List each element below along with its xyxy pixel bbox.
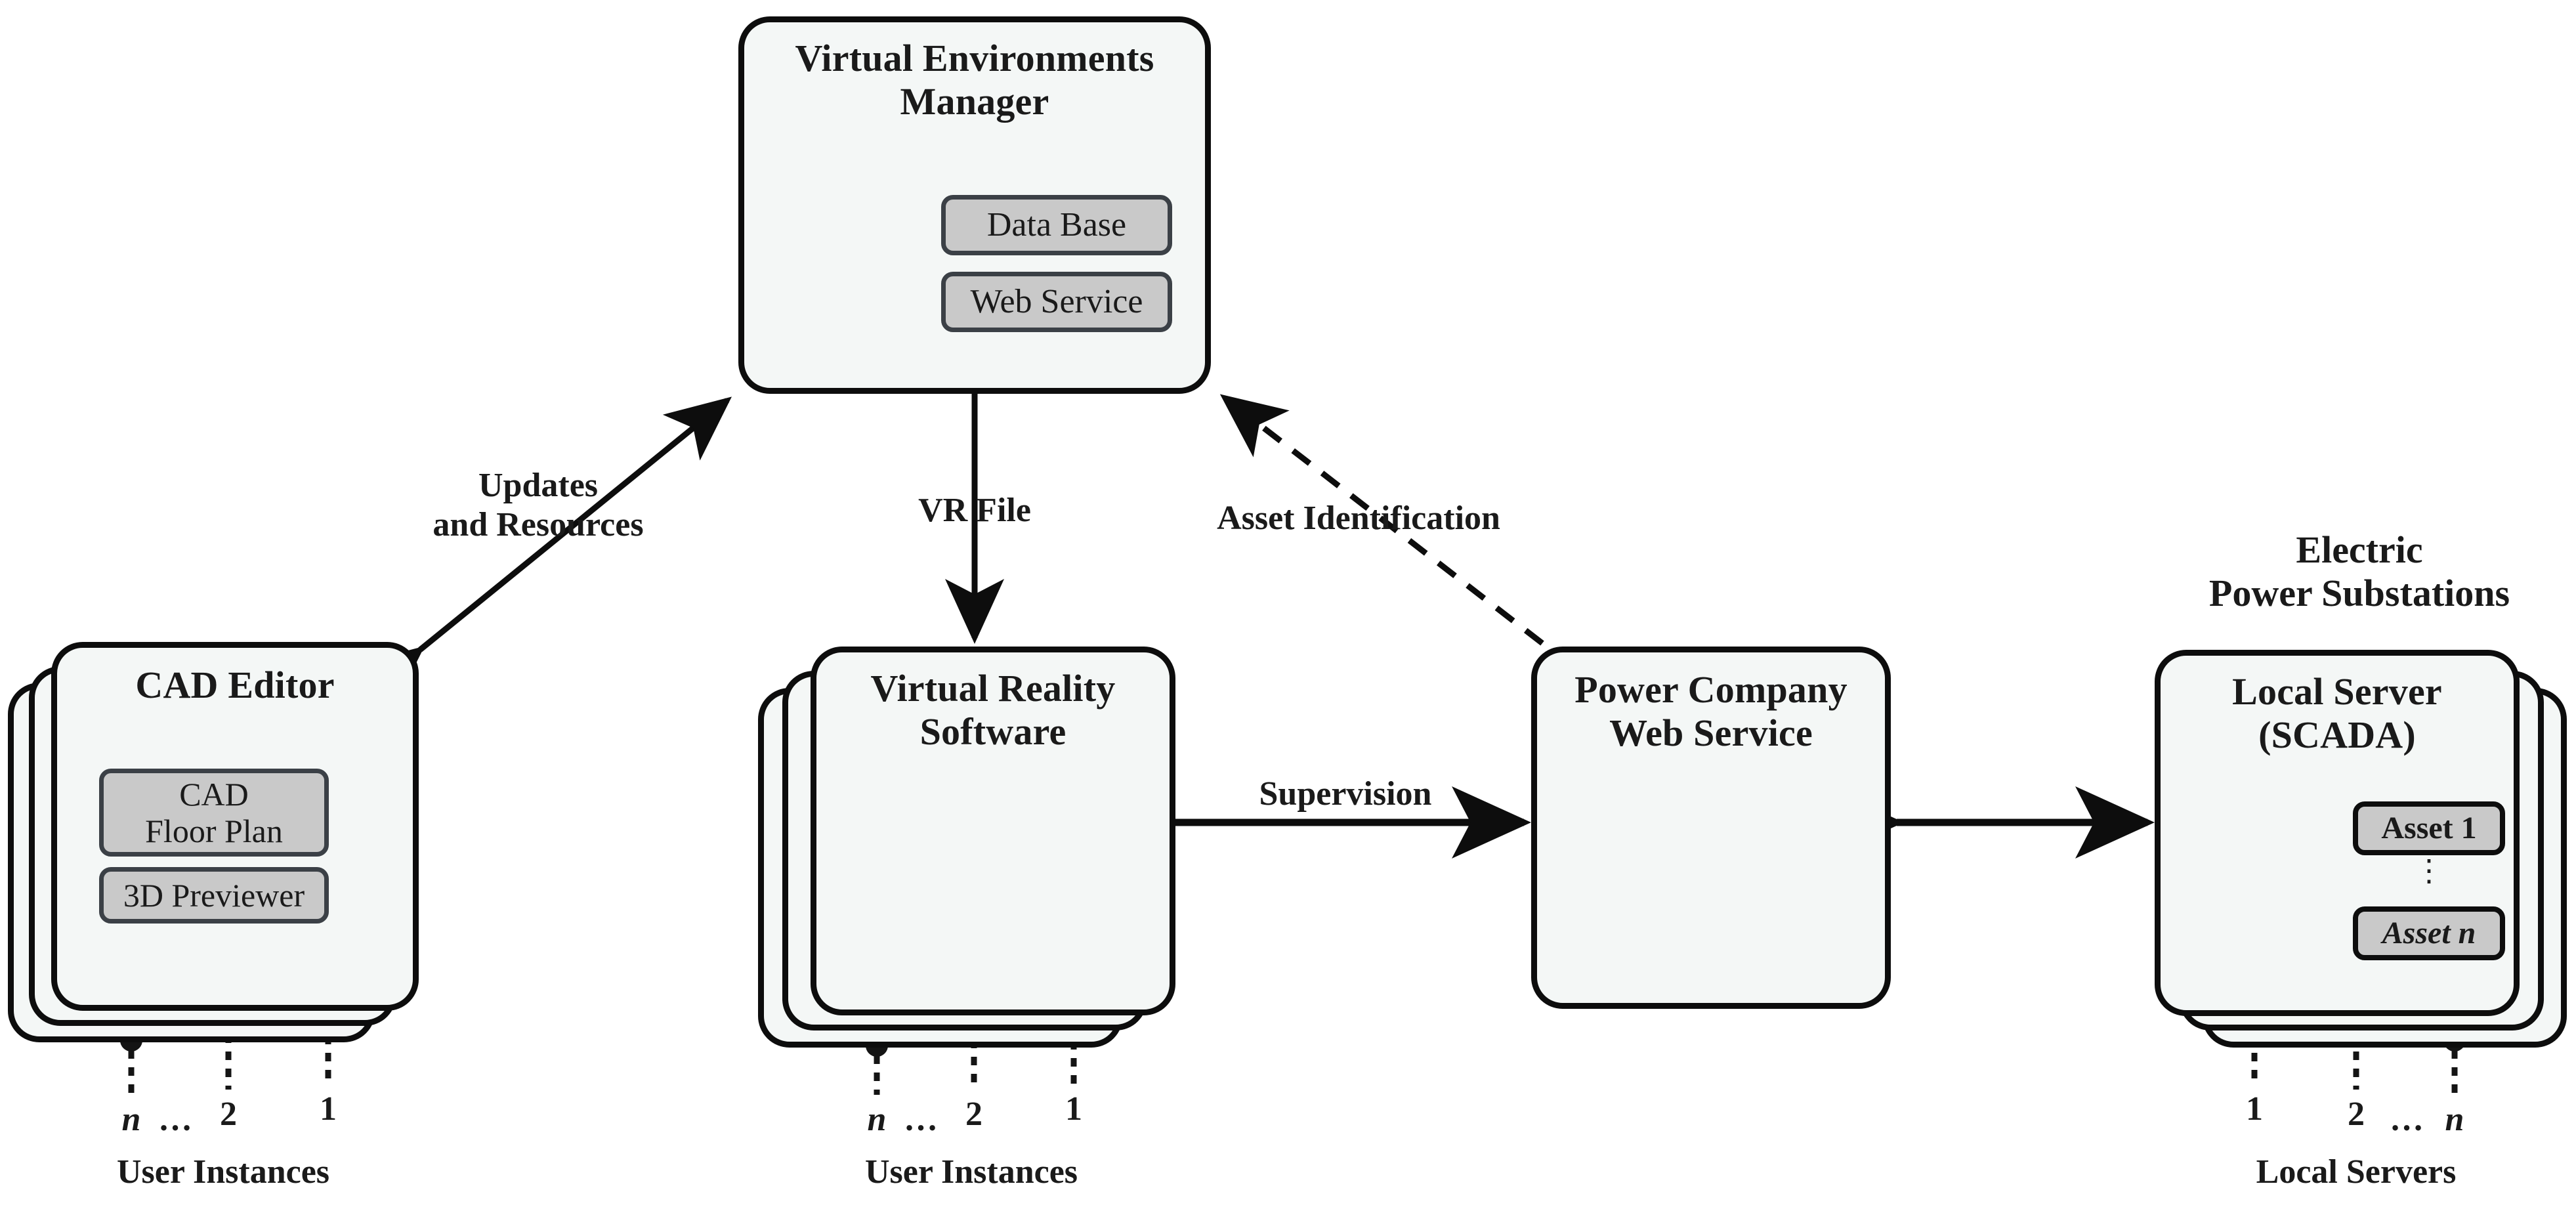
vr-software-title: Virtual Reality Software — [816, 667, 1170, 754]
supervision-label: Supervision — [1259, 775, 1432, 813]
cad-floor-plan-line1: CAD — [179, 776, 249, 813]
vr-instances-caption: User Instances — [864, 1153, 1078, 1191]
cad-tick-n: n — [121, 1101, 141, 1138]
vr-file-label: VR File — [918, 492, 1031, 529]
vem-title: Virtual Environments Manager — [744, 37, 1205, 123]
substations-group-title-line1: Electric — [2296, 528, 2423, 571]
node-virtual-environments-manager[interactable]: Virtual Environments Manager Data Base W… — [738, 16, 1211, 394]
asset-ellipsis: ⋮ — [2414, 854, 2444, 887]
cad-tick-ellipsis: … — [158, 1101, 194, 1138]
pcws-title-line1: Power Company — [1574, 668, 1848, 711]
substations-group-title-line2: Power Substations — [2208, 572, 2510, 615]
3d-previewer-label: 3D Previewer — [123, 877, 305, 914]
pcws-title: Power Company Web Service — [1537, 668, 1885, 755]
vem-title-line2: Manager — [900, 80, 1049, 123]
local-server-title-line1: Local Server — [2232, 670, 2442, 713]
data-base-label: Data Base — [986, 205, 1127, 244]
web-service-pill[interactable]: Web Service — [941, 272, 1172, 332]
data-base-pill[interactable]: Data Base — [941, 195, 1172, 255]
localserver-tick-n: n — [2445, 1101, 2464, 1138]
vem-title-line1: Virtual Environments — [795, 37, 1154, 79]
node-virtual-reality-software[interactable]: Virtual Reality Software — [811, 647, 1175, 1015]
localserver-tick-1: 1 — [2246, 1090, 2263, 1128]
node-power-company-web-service[interactable]: Power Company Web Service — [1531, 647, 1891, 1009]
web-service-label: Web Service — [970, 282, 1143, 320]
node-cad-editor[interactable]: CAD Editor CAD Floor Plan 3D Previewer — [51, 642, 419, 1011]
cad-editor-title-line1: CAD Editor — [135, 664, 335, 706]
localserver-tick-2: 2 — [2348, 1095, 2365, 1133]
cad-tick-2: 2 — [220, 1095, 237, 1133]
cad-editor-title: CAD Editor — [57, 664, 413, 707]
asset-1-pill[interactable]: Asset 1 — [2353, 801, 2505, 855]
vr-tick-2: 2 — [965, 1095, 982, 1133]
vr-software-title-line2: Software — [919, 710, 1066, 754]
asset-1-label: Asset 1 — [2381, 811, 2477, 846]
cad-floor-plan-pill[interactable]: CAD Floor Plan — [99, 769, 329, 857]
asset-identification-label: Asset Identification — [1217, 499, 1500, 537]
3d-previewer-pill[interactable]: 3D Previewer — [99, 867, 329, 924]
vr-tick-1: 1 — [1065, 1090, 1082, 1128]
vr-tick-ellipsis: … — [904, 1101, 939, 1138]
local-server-title: Local Server (SCADA) — [2161, 670, 2514, 757]
vr-software-title-line1: Virtual Reality — [870, 667, 1116, 710]
substations-group-title: Electric Power Substations — [2153, 528, 2566, 615]
local-server-title-line2: (SCADA) — [2258, 713, 2416, 757]
cad-tick-1: 1 — [320, 1090, 337, 1128]
cad-floor-plan-line2: Floor Plan — [145, 813, 283, 849]
localserver-tick-ellipsis: … — [2390, 1101, 2425, 1138]
node-local-server-scada[interactable]: Local Server (SCADA) Asset 1 ⋮ Asset n — [2155, 650, 2520, 1016]
cad-instances-caption: User Instances — [116, 1153, 330, 1191]
updates-label-line1: Updates — [478, 467, 599, 504]
asset-n-label: Asset n — [2382, 916, 2476, 951]
pcws-title-line2: Web Service — [1609, 712, 1813, 755]
localserver-caption: Local Servers — [2256, 1153, 2457, 1191]
asset-n-pill[interactable]: Asset n — [2353, 906, 2505, 960]
updates-label-line2: and Resources — [433, 506, 644, 544]
vr-tick-n: n — [867, 1101, 887, 1138]
updates-and-resources-label: Updates and Resources — [394, 466, 683, 545]
